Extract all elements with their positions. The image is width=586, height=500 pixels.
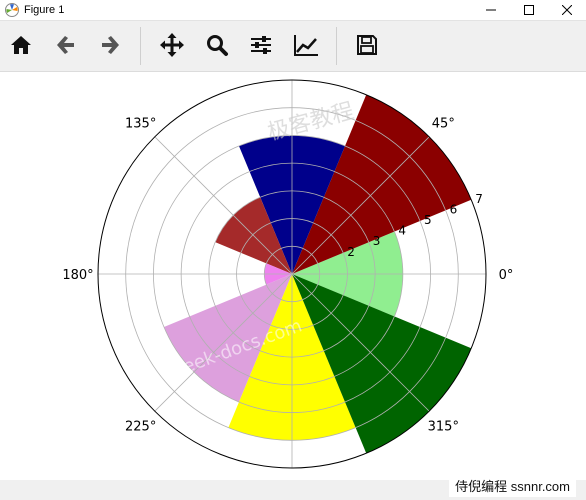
figure-canvas[interactable]: 0° 45° 135° 180° 225° 315° 2 3 4 5 6 7 极客教程 geek-docs… <box>0 72 586 480</box>
maximize-button[interactable] <box>510 0 548 20</box>
window-title: Figure 1 <box>24 4 65 16</box>
zoom-button[interactable] <box>202 30 232 60</box>
close-button[interactable] <box>548 0 586 20</box>
close-icon <box>562 5 572 15</box>
subplots-button[interactable] <box>246 30 276 60</box>
edit-axes-button[interactable] <box>291 30 321 60</box>
radial-tick-label-5: 5 <box>424 213 432 227</box>
forward-button[interactable] <box>95 30 125 60</box>
radial-tick-label-4: 4 <box>398 224 406 238</box>
navigation-toolbar <box>0 21 586 72</box>
toolbar-separator <box>336 27 337 65</box>
title-bar: Figure 1 <box>0 0 586 21</box>
save-button[interactable] <box>352 30 382 60</box>
angle-tick-label-225: 225° <box>125 419 156 434</box>
floppy-disk-icon <box>357 35 377 55</box>
radial-tick-label-7: 7 <box>475 192 483 206</box>
toolbar-separator <box>140 27 141 65</box>
maximize-icon <box>524 5 534 15</box>
pan-button[interactable] <box>157 30 187 60</box>
angle-tick-label-180: 180° <box>62 268 93 283</box>
home-button[interactable] <box>6 30 36 60</box>
angle-tick-label-135: 135° <box>125 117 156 132</box>
line-chart-icon <box>294 35 318 56</box>
site-watermark: 侍倪编程 ssnnr.com <box>449 474 576 497</box>
move-icon <box>160 33 184 57</box>
polar-bar-chart: 0°45°135°180°225° 315°234567极客教程geek-docs… <box>62 79 514 469</box>
radial-tick-label-3: 3 <box>373 234 381 248</box>
angle-tick-label-315: 315° <box>428 419 459 434</box>
home-icon <box>11 36 31 54</box>
matplotlib-logo-icon <box>5 3 19 17</box>
radial-tick-label-6: 6 <box>450 202 458 216</box>
sliders-icon <box>251 36 271 54</box>
angle-tick-label-0: 0° <box>499 268 514 283</box>
magnifier-icon <box>207 35 228 56</box>
arrow-left-icon <box>57 36 74 54</box>
window-controls <box>472 0 586 20</box>
back-button[interactable] <box>51 30 81 60</box>
arrow-right-icon <box>102 36 119 54</box>
minimize-button[interactable] <box>472 0 510 20</box>
angle-tick-label-45: 45° <box>432 117 455 132</box>
radial-tick-label-2: 2 <box>347 245 355 259</box>
minimize-icon <box>486 9 496 11</box>
